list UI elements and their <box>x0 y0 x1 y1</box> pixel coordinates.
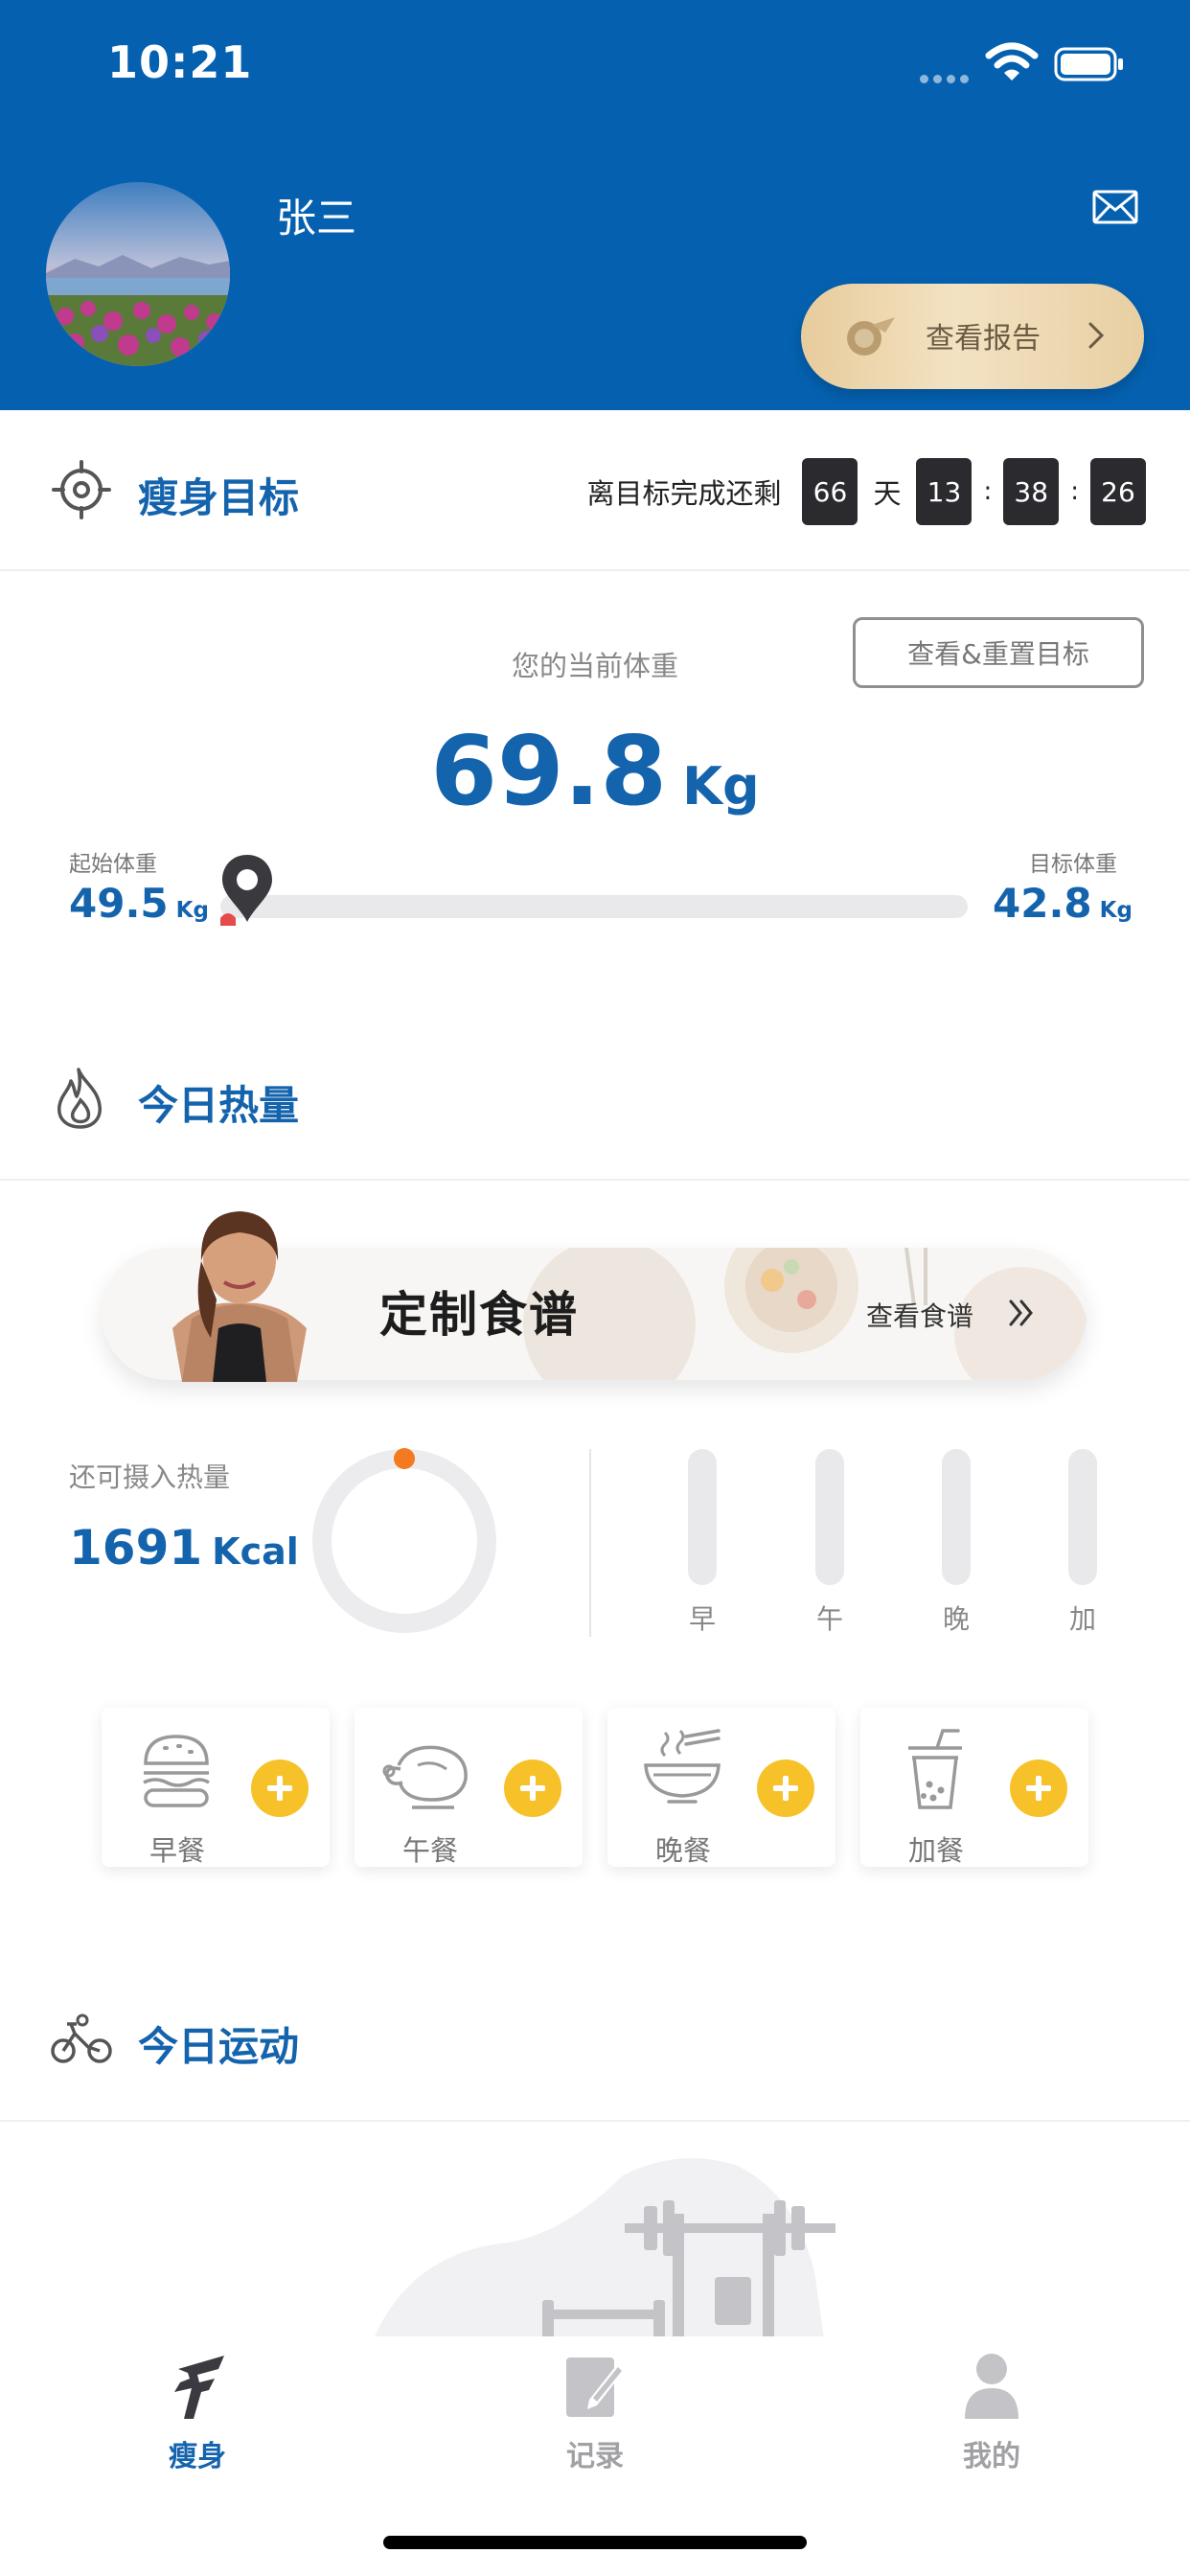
countdown-colon: : <box>983 477 993 506</box>
divider <box>589 1449 591 1637</box>
countdown-days: 66 <box>802 458 858 525</box>
home-indicator <box>383 2536 807 2549</box>
start-weight-label: 起始体重 <box>69 852 157 877</box>
avatar-landscape-image <box>46 182 230 366</box>
current-weight-value: 69.8 <box>430 715 668 827</box>
view-recipe-link[interactable]: 查看食谱 <box>866 1296 973 1334</box>
user-name: 张三 <box>276 195 357 242</box>
medal-icon <box>847 317 895 356</box>
tab-record-label: 记录 <box>566 2440 624 2473</box>
view-report-label: 查看报告 <box>926 322 1041 356</box>
dinner-label: 晚餐 <box>655 1834 712 1867</box>
target-icon <box>52 460 111 519</box>
countdown-seconds: 26 <box>1090 458 1146 525</box>
custom-recipe-title: 定制食谱 <box>379 1287 579 1343</box>
bicycle-icon <box>51 2013 112 2063</box>
countdown-colon: : <box>1070 477 1079 506</box>
meal-bar-label: 加 <box>1068 1603 1096 1635</box>
add-snack-button[interactable] <box>1010 1760 1067 1817</box>
profile-icon <box>965 2354 1018 2419</box>
countdown-minutes: 38 <box>1003 458 1060 525</box>
breakfast-label: 早餐 <box>149 1834 206 1867</box>
slim-goal-header: 瘦身目标 离目标完成还剩 66 天 13 : 38 : 26 <box>0 410 1190 571</box>
burger-icon <box>143 1735 210 1807</box>
meal-bar-lunch <box>815 1449 844 1585</box>
target-weight-label: 目标体重 <box>1029 852 1117 877</box>
meal-bar-label: 午 <box>815 1603 843 1635</box>
signal-icon <box>920 69 973 87</box>
lunch-card[interactable]: 午餐 <box>355 1708 583 1867</box>
breakfast-card[interactable]: 早餐 <box>102 1708 330 1867</box>
meal-bar-breakfast <box>688 1449 717 1585</box>
app-screen: 10:21 张三 查看报告 瘦身目标 离目标完成还剩 66 天 13: 38 … <box>0 0 1190 2576</box>
start-weight: 49.5 Kg <box>69 880 209 927</box>
record-icon <box>566 2358 626 2417</box>
profile-header: 10:21 张三 查看报告 <box>0 0 1190 410</box>
current-weight: 69.8 Kg <box>0 715 1190 827</box>
status-time: 10:21 <box>107 36 253 88</box>
countdown-hours: 13 <box>916 458 973 525</box>
weight-progress-track <box>220 895 968 918</box>
add-dinner-button[interactable] <box>757 1760 814 1817</box>
tab-slim-label: 瘦身 <box>169 2440 226 2473</box>
meal-bar-label: 早 <box>688 1603 716 1635</box>
roast-chicken-icon <box>382 1745 468 1809</box>
battery-icon <box>1054 47 1123 81</box>
calorie-ring-chart <box>312 1448 496 1633</box>
noodle-bowl-icon <box>644 1729 721 1804</box>
calories-header: 今日热量 <box>0 1018 1190 1181</box>
slim-icon <box>174 2356 224 2419</box>
bubble-tea-icon <box>908 1729 962 1809</box>
tab-record[interactable]: 记录 <box>499 2336 691 2473</box>
tab-slim[interactable]: 瘦身 <box>102 2336 293 2473</box>
wifi-icon <box>985 42 1039 80</box>
tab-mine[interactable]: 我的 <box>896 2336 1087 2473</box>
mail-icon[interactable] <box>1092 190 1138 224</box>
slim-goal-title: 瘦身目标 <box>138 474 300 521</box>
double-chevron-right-icon <box>1009 1300 1033 1326</box>
countdown-label: 离目标完成还剩 <box>586 477 782 510</box>
snack-card[interactable]: 加餐 <box>860 1708 1088 1867</box>
snack-label: 加餐 <box>908 1834 965 1867</box>
countdown-day-unit: 天 <box>873 477 902 510</box>
current-weight-unit: Kg <box>682 756 760 816</box>
gym-equipment-illustration <box>374 2158 835 2338</box>
goal-countdown: 离目标完成还剩 66 天 13 : 38 : 26 <box>586 458 1146 525</box>
chevron-right-icon <box>1088 322 1105 349</box>
tab-mine-label: 我的 <box>963 2440 1020 2473</box>
meal-bar-dinner <box>942 1449 971 1585</box>
start-weight-unit: Kg <box>175 898 209 923</box>
add-lunch-button[interactable] <box>504 1760 561 1817</box>
remaining-calories-label: 还可摄入热量 <box>69 1461 231 1493</box>
current-weight-label: 您的当前体重 <box>511 650 678 682</box>
start-weight-value: 49.5 <box>69 880 169 927</box>
exercise-header: 今日运动 <box>0 1959 1190 2122</box>
remaining-calories-value: 1691 <box>69 1520 203 1576</box>
remaining-calories-unit: Kcal <box>212 1530 299 1573</box>
calories-title: 今日热量 <box>138 1082 300 1129</box>
dinner-card[interactable]: 晚餐 <box>607 1708 835 1867</box>
view-report-button[interactable]: 查看报告 <box>801 284 1144 389</box>
fitness-model-image <box>172 1211 307 1382</box>
avatar[interactable] <box>46 182 230 366</box>
add-breakfast-button[interactable] <box>251 1760 309 1817</box>
meal-bar-snack <box>1068 1449 1097 1585</box>
meal-bar-label: 晚 <box>942 1603 970 1635</box>
target-weight: 42.8 Kg <box>993 880 1133 927</box>
lunch-label: 午餐 <box>402 1834 459 1867</box>
food-plate-image <box>523 1248 1087 1380</box>
exercise-title: 今日运动 <box>138 2023 300 2070</box>
location-pin-icon <box>220 855 272 926</box>
flame-icon <box>57 1068 102 1129</box>
target-weight-value: 42.8 <box>993 880 1092 927</box>
remaining-calories: 1691 Kcal <box>69 1520 299 1576</box>
target-weight-unit: Kg <box>1099 898 1133 923</box>
